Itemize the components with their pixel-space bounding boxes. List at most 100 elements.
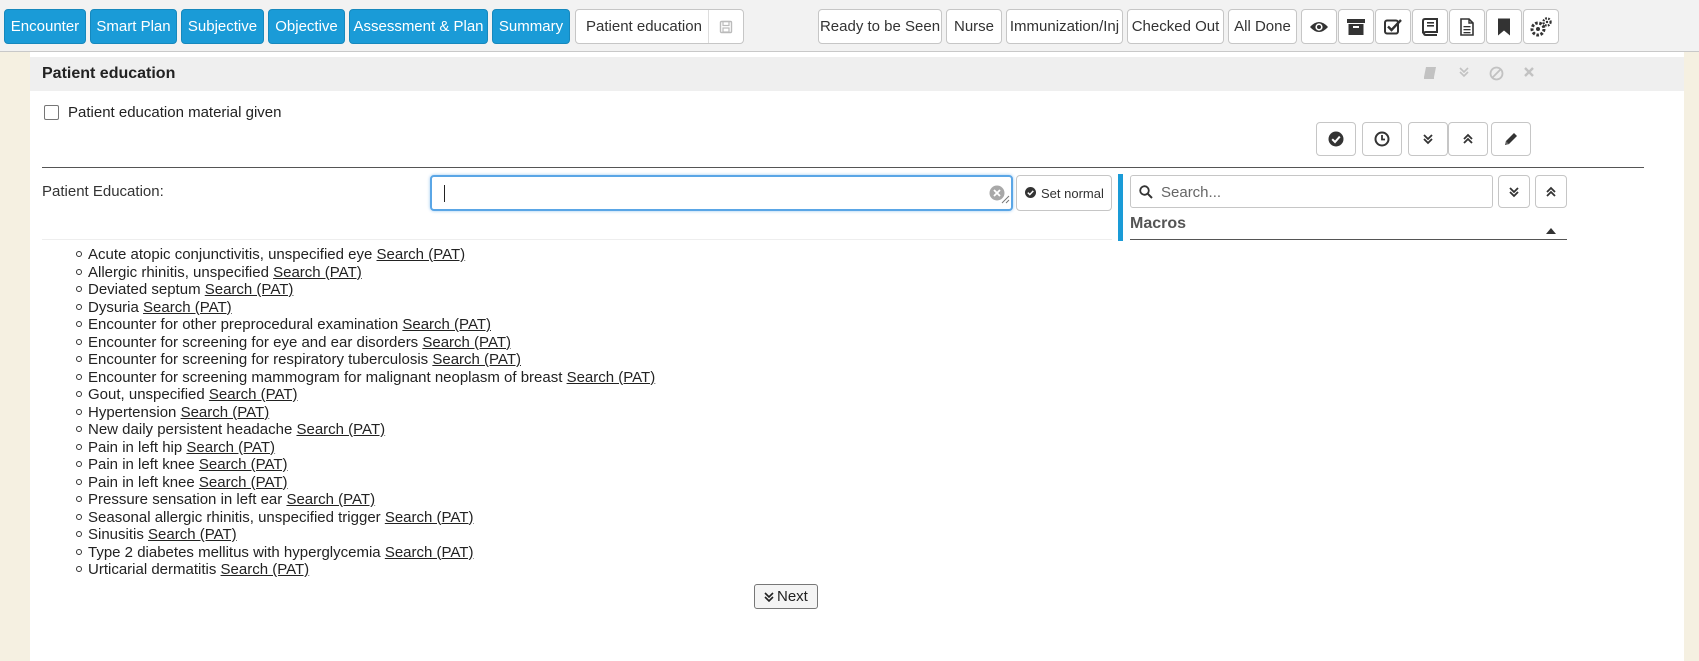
diagnosis-name: Urticarial dermatitis (88, 561, 217, 578)
edit-button[interactable] (1491, 122, 1531, 156)
diagnosis-row: Acute atopic conjunctivitis, unspecified… (88, 246, 465, 264)
diagnosis-row: Gout, unspecified Search (PAT) (88, 386, 298, 404)
history-button[interactable] (1362, 122, 1402, 156)
diagnosis-row: Urticarial dermatitis Search (PAT) (88, 561, 309, 579)
tab-summary[interactable]: Summary (492, 9, 570, 44)
status-nurse-button[interactable]: Nurse (946, 9, 1002, 44)
patient-education-input[interactable] (430, 175, 1013, 211)
diagnosis-name: Encounter for screening for eye and ear … (88, 333, 419, 351)
expand-all-button[interactable] (1408, 122, 1448, 156)
macros-expand-button[interactable] (1498, 175, 1530, 208)
bullet-icon (76, 391, 82, 397)
tab-encounter[interactable]: Encounter (4, 9, 86, 44)
bullet-icon (76, 426, 82, 432)
diagnosis-row: Sinusitis Search (PAT) (88, 526, 237, 544)
search-pat-link[interactable]: Search (PAT) (273, 264, 362, 281)
status-ready-to-be-seen-button[interactable]: Ready to be Seen (818, 9, 942, 44)
diagnosis-name: Type 2 diabetes mellitus with hyperglyce… (88, 543, 381, 561)
search-pat-link[interactable]: Search (PAT) (143, 299, 232, 316)
macros-accent-bar (1118, 174, 1123, 241)
save-icon[interactable] (708, 10, 743, 43)
education-material-checkbox[interactable] (44, 105, 59, 120)
bullet-icon (76, 251, 82, 257)
search-pat-link[interactable]: Search (PAT) (567, 369, 656, 386)
resize-grip-icon[interactable] (1001, 191, 1010, 208)
bullet-icon (76, 338, 82, 345)
patient-education-panel: Patient education Patient education mate… (30, 52, 1684, 661)
section-divider (42, 167, 1644, 168)
next-button-label: Next (777, 588, 808, 605)
bullet-icon (76, 356, 82, 362)
panel-title: Patient education (42, 65, 176, 82)
diagnosis-row: Pain in left knee Search (PAT) (88, 474, 288, 492)
search-pat-link[interactable]: Search (PAT) (199, 474, 288, 491)
mark-complete-button[interactable] (1316, 122, 1356, 156)
search-pat-link[interactable]: Search (PAT) (296, 421, 385, 438)
diagnosis-row: Type 2 diabetes mellitus with hyperglyce… (88, 544, 473, 562)
close-icon[interactable] (1519, 64, 1539, 84)
archive-icon[interactable] (1338, 9, 1374, 44)
document-icon[interactable] (1449, 9, 1485, 44)
set-normal-button[interactable]: Set normal (1016, 175, 1112, 211)
book-icon[interactable] (1412, 9, 1448, 44)
collapse-all-button[interactable] (1448, 122, 1488, 156)
patient-education-field-label: Patient Education: (42, 183, 164, 200)
text-caret (444, 185, 445, 202)
diagnosis-name: Pain in left knee (88, 473, 195, 491)
book-icon[interactable] (1420, 64, 1440, 84)
search-pat-link[interactable]: Search (PAT) (402, 316, 491, 333)
settings-icon[interactable] (1523, 9, 1559, 44)
search-pat-link[interactable]: Search (PAT) (209, 386, 298, 403)
macro-search-field[interactable] (1130, 175, 1493, 208)
search-pat-link[interactable]: Search (PAT) (377, 246, 466, 263)
ban-icon[interactable] (1486, 64, 1506, 84)
status-immunization-button[interactable]: Immunization/Inj (1006, 9, 1123, 44)
bookmark-icon[interactable] (1486, 9, 1522, 44)
bullet-icon (76, 443, 82, 450)
search-pat-link[interactable]: Search (PAT) (186, 439, 275, 456)
search-pat-link[interactable]: Search (PAT) (221, 561, 310, 578)
status-all-done-button[interactable]: All Done (1228, 9, 1297, 44)
macro-search-input[interactable] (1159, 181, 1483, 203)
search-pat-link[interactable]: Search (PAT) (432, 351, 521, 368)
diagnosis-name: Encounter for screening for respiratory … (88, 351, 429, 368)
macros-title: Macros (1130, 215, 1187, 232)
bullet-icon (76, 478, 82, 485)
chevron-double-down-icon[interactable] (1454, 64, 1474, 84)
bullet-icon (76, 373, 82, 380)
search-pat-link[interactable]: Search (PAT) (181, 404, 270, 421)
tab-patient-education[interactable]: Patient education (575, 9, 744, 44)
diagnosis-name: Acute atopic conjunctivitis, unspecified… (88, 246, 373, 263)
checklist-icon[interactable] (1375, 9, 1411, 44)
tab-smart-plan[interactable]: Smart Plan (90, 9, 177, 44)
next-button[interactable]: Next (754, 584, 818, 609)
diagnosis-name: Seasonal allergic rhinitis, unspecified … (88, 508, 381, 526)
diagnosis-name: Deviated septum (88, 281, 201, 298)
status-checked-out-button[interactable]: Checked Out (1127, 9, 1224, 44)
bullet-icon (76, 268, 82, 275)
caret-up-icon[interactable] (1546, 221, 1556, 238)
diagnosis-row: Dysuria Search (PAT) (88, 299, 232, 317)
search-pat-link[interactable]: Search (PAT) (385, 509, 474, 526)
eye-icon[interactable] (1301, 9, 1337, 44)
panel-header: Patient education (30, 57, 1684, 91)
tab-assessment-plan[interactable]: Assessment & Plan (349, 9, 488, 44)
search-pat-link[interactable]: Search (PAT) (385, 544, 474, 561)
tab-objective[interactable]: Objective (268, 9, 345, 44)
bullet-icon (76, 531, 82, 537)
search-pat-link[interactable]: Search (PAT) (148, 526, 237, 543)
search-pat-link[interactable]: Search (PAT) (199, 456, 288, 473)
search-pat-link[interactable]: Search (PAT) (286, 491, 375, 508)
bullet-icon (76, 461, 82, 467)
tab-subjective[interactable]: Subjective (181, 9, 264, 44)
diagnosis-row: Pain in left hip Search (PAT) (88, 439, 275, 457)
diagnosis-name: Gout, unspecified (88, 386, 205, 403)
diagnosis-row: Encounter for screening for eye and ear … (88, 334, 511, 352)
search-pat-link[interactable]: Search (PAT) (205, 281, 294, 298)
diagnosis-row: Pressure sensation in left ear Search (P… (88, 491, 375, 509)
macros-collapse-button[interactable] (1535, 175, 1567, 208)
search-pat-link[interactable]: Search (PAT) (422, 334, 511, 351)
diagnosis-row: Allergic rhinitis, unspecified Search (P… (88, 264, 362, 282)
diagnosis-name: Sinusitis (88, 526, 144, 543)
diagnosis-name: Encounter for other preprocedural examin… (88, 316, 399, 333)
